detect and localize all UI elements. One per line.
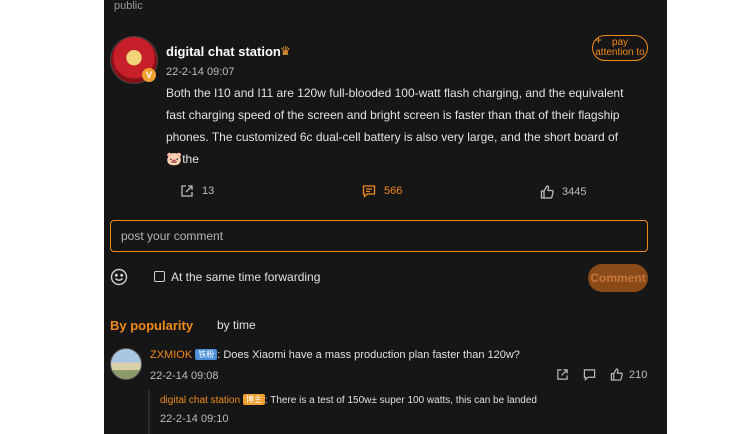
share-count: 13 bbox=[202, 185, 215, 197]
reply-time: 22-2-14 09:10 bbox=[160, 413, 229, 425]
emoji-smile-icon[interactable] bbox=[110, 268, 128, 286]
verified-badge-icon: V bbox=[142, 68, 156, 82]
crown-icon: ♛ bbox=[280, 44, 291, 58]
follow-button[interactable]: + pay attention to bbox=[592, 33, 648, 61]
forward-label: At the same time forwarding bbox=[171, 270, 321, 284]
comment-icon bbox=[362, 185, 376, 198]
comment-text: : Does Xiaomi have a mass production pla… bbox=[217, 349, 520, 361]
comment-time: 22-2-14 09:08 bbox=[150, 370, 219, 382]
forward-checkbox[interactable] bbox=[154, 271, 165, 282]
post-username[interactable]: digital chat station bbox=[166, 44, 281, 59]
share-icon[interactable] bbox=[556, 368, 569, 381]
tab-by-popularity[interactable]: By popularity bbox=[110, 318, 193, 333]
reply-username[interactable]: digital chat station bbox=[160, 395, 240, 406]
reply-icon[interactable] bbox=[583, 368, 596, 381]
thumbs-up-icon bbox=[540, 185, 554, 199]
share-icon bbox=[181, 185, 193, 197]
comment-username[interactable]: ZXMIOK bbox=[150, 349, 192, 361]
comment-count-button[interactable]: 566 bbox=[362, 184, 402, 198]
comment-item: ZXMIOK 铁粉: Does Xiaomi have a mass produ… bbox=[150, 349, 520, 361]
pig-emoji-icon: 🐷 bbox=[166, 151, 183, 166]
tab-by-time[interactable]: by time bbox=[217, 318, 256, 332]
plus-icon: + bbox=[595, 33, 603, 47]
post-time: 22-2-14 09:07 bbox=[166, 66, 235, 78]
comment-input[interactable] bbox=[110, 220, 648, 252]
thumbs-up-icon bbox=[610, 368, 623, 381]
comment-like-count: 210 bbox=[629, 368, 648, 381]
weibo-post-panel: public V digital chat station ♛ 22-2-14 … bbox=[104, 0, 667, 434]
like-count: 3445 bbox=[562, 186, 587, 198]
comment-like-button[interactable]: 210 bbox=[610, 368, 647, 381]
comment-avatar[interactable] bbox=[110, 348, 142, 380]
post-text-tail: the bbox=[182, 152, 199, 166]
fan-tag-badge: 铁粉 bbox=[195, 349, 218, 360]
like-button[interactable]: 3445 bbox=[540, 185, 586, 199]
follow-label: pay attention to bbox=[595, 37, 645, 58]
reply-item: digital chat station 博主: There is a test… bbox=[160, 394, 537, 406]
reply-text: : There is a test of 150w± super 100 wat… bbox=[264, 395, 537, 406]
submit-comment-button[interactable]: Comment bbox=[588, 264, 648, 292]
comment-count: 566 bbox=[384, 185, 403, 197]
visibility-label: public bbox=[114, 0, 143, 12]
author-tag-badge: 博主 bbox=[242, 394, 265, 405]
reply-divider bbox=[148, 390, 150, 434]
comment-actions: 210 bbox=[556, 368, 647, 381]
post-body: Both the I10 and I11 are 120w full-blood… bbox=[166, 82, 646, 170]
post-text: Both the I10 and I11 are 120w full-blood… bbox=[166, 86, 624, 144]
share-button[interactable]: 13 bbox=[180, 184, 214, 198]
